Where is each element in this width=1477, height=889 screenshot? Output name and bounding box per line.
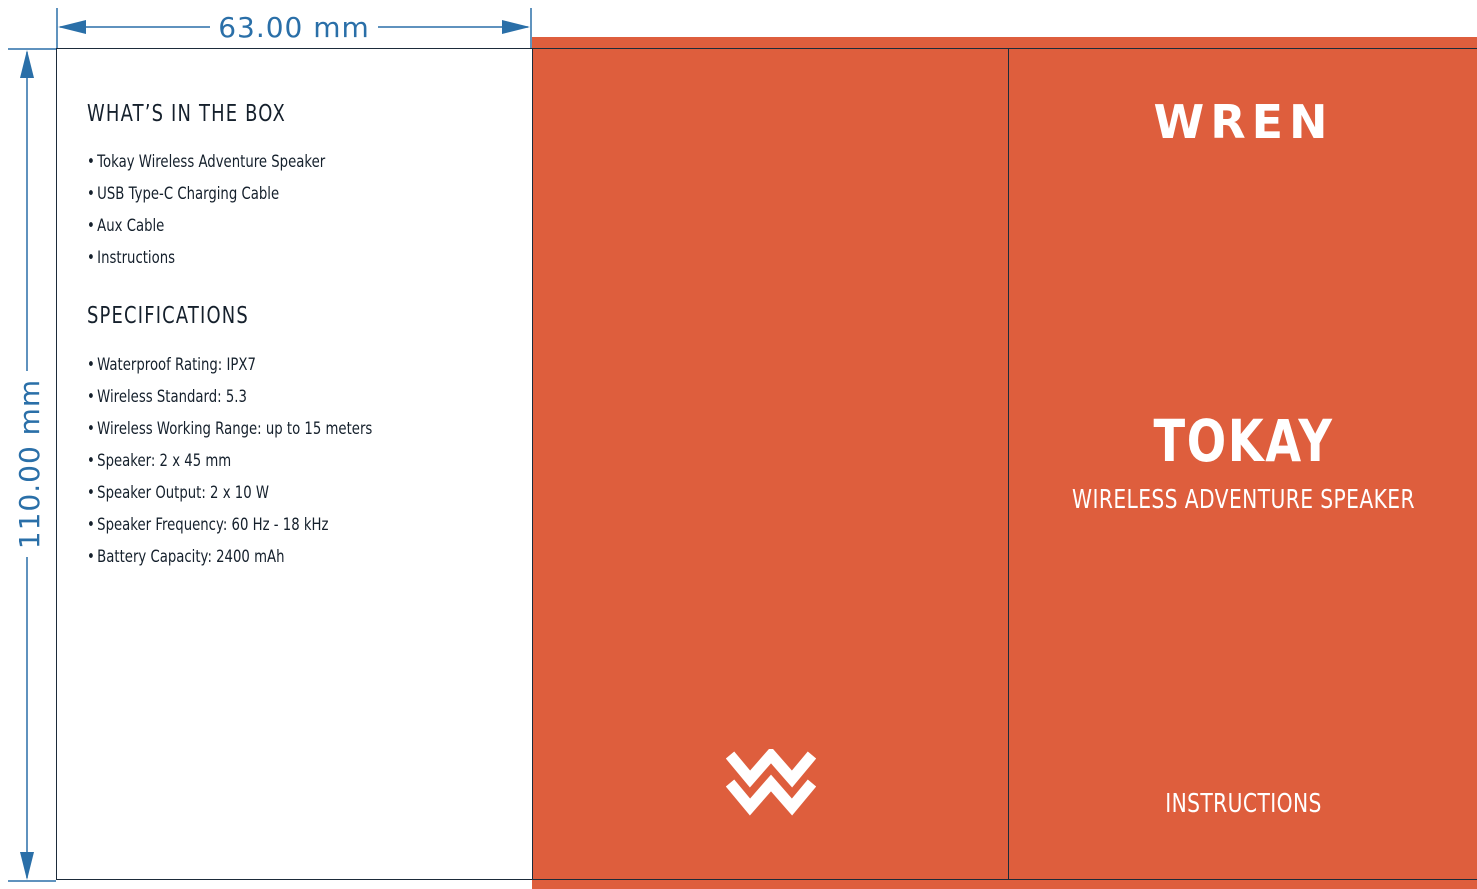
list-item: • Speaker Output: 2 x 10 W: [87, 477, 372, 509]
spec-item-label: Speaker Frequency: 60 Hz - 18 kHz: [97, 515, 329, 535]
list-item: • USB Type-C Charging Cable: [87, 178, 325, 210]
specifications-heading: SPECIFICATIONS: [87, 303, 249, 329]
box-item-label: USB Type-C Charging Cable: [97, 184, 280, 204]
bullet-icon: •: [87, 387, 95, 407]
height-dimension-label: 110.00 mm: [13, 370, 46, 558]
list-item: • Wireless Standard: 5.3: [87, 381, 372, 413]
product-subtitle: WIRELESS ADVENTURE SPEAKER: [1072, 485, 1415, 515]
brand-logo: WREN: [1153, 95, 1334, 149]
bullet-icon: •: [87, 419, 95, 439]
bullet-icon: •: [87, 355, 95, 375]
bullet-icon: •: [87, 216, 95, 236]
bullet-icon: •: [87, 248, 95, 268]
bullet-icon: •: [87, 451, 95, 471]
list-item: • Waterproof Rating: IPX7: [87, 349, 372, 381]
width-dimension: 63.00 mm: [56, 8, 532, 48]
box-item-label: Instructions: [97, 248, 176, 268]
box-contents-list: • Tokay Wireless Adventure Speaker • USB T…: [87, 146, 392, 274]
box-item-label: Aux Cable: [97, 216, 165, 236]
bullet-icon: •: [87, 184, 95, 204]
bullet-icon: •: [87, 152, 95, 172]
box-contents-heading: WHAT’S IN THE BOX: [87, 101, 286, 127]
list-item: • Speaker: 2 x 45 mm: [87, 445, 372, 477]
list-item: • Speaker Frequency: 60 Hz - 18 kHz: [87, 509, 372, 541]
box-item-label: Tokay Wireless Adventure Speaker: [97, 152, 326, 172]
spec-item-label: Wireless Working Range: up to 15 meters: [97, 419, 373, 439]
instructions-label: INSTRUCTIONS: [1165, 789, 1322, 819]
back-panel: WHAT’S IN THE BOX • Tokay Wireless Advent…: [56, 48, 533, 880]
bullet-icon: •: [87, 547, 95, 567]
bullet-icon: •: [87, 515, 95, 535]
spec-item-label: Waterproof Rating: IPX7: [97, 355, 256, 375]
specifications-list: • Waterproof Rating: IPX7 • Wireless Stand…: [87, 349, 453, 573]
list-item: • Wireless Working Range: up to 15 meters: [87, 413, 372, 445]
list-item: • Tokay Wireless Adventure Speaker: [87, 146, 325, 178]
height-dimension: 110.00 mm: [0, 48, 56, 882]
front-cover-panel: WREN TOKAY WIRELESS ADVENTURE SPEAKER IN…: [1008, 48, 1477, 880]
product-title: TOKAY: [1153, 407, 1334, 475]
list-item: • Aux Cable: [87, 210, 325, 242]
list-item: • Instructions: [87, 242, 325, 274]
spec-item-label: Speaker: 2 x 45 mm: [97, 451, 232, 471]
wren-w-chevron-icon: [726, 749, 816, 816]
width-dimension-label: 63.00 mm: [210, 11, 378, 44]
spine-panel: [532, 48, 1009, 880]
list-item: • Battery Capacity: 2400 mAh: [87, 541, 372, 573]
spec-item-label: Wireless Standard: 5.3: [97, 387, 247, 407]
bullet-icon: •: [87, 483, 95, 503]
spec-item-label: Speaker Output: 2 x 10 W: [97, 483, 269, 503]
spec-item-label: Battery Capacity: 2400 mAh: [97, 547, 285, 567]
